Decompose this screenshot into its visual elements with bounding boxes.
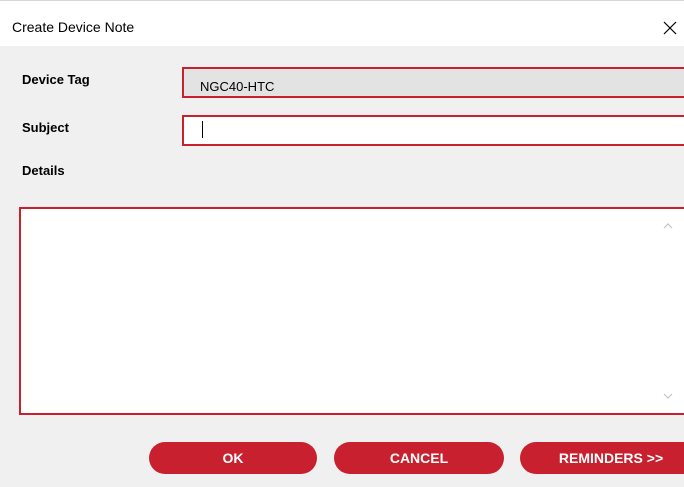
top-divider bbox=[0, 0, 684, 1]
close-icon bbox=[663, 21, 677, 35]
window-title: Create Device Note bbox=[12, 19, 135, 35]
cancel-button[interactable]: CANCEL bbox=[334, 442, 504, 474]
scroll-up-arrow[interactable] bbox=[661, 218, 675, 232]
reminders-button[interactable]: REMINDERS >> bbox=[520, 442, 684, 474]
text-caret bbox=[202, 121, 203, 138]
details-label: Details bbox=[22, 163, 65, 178]
details-textarea[interactable] bbox=[19, 207, 684, 415]
device-tag-field: NGC40-HTC bbox=[182, 67, 684, 98]
chevron-down-icon bbox=[663, 393, 673, 399]
chevron-up-icon bbox=[663, 222, 673, 228]
ok-button[interactable]: OK bbox=[149, 442, 317, 474]
subject-label: Subject bbox=[22, 120, 69, 135]
scroll-down-arrow[interactable] bbox=[661, 389, 675, 403]
subject-input[interactable] bbox=[182, 115, 684, 146]
device-tag-label: Device Tag bbox=[22, 72, 90, 87]
title-bar: Create Device Note bbox=[0, 0, 684, 46]
close-button[interactable] bbox=[656, 14, 684, 42]
